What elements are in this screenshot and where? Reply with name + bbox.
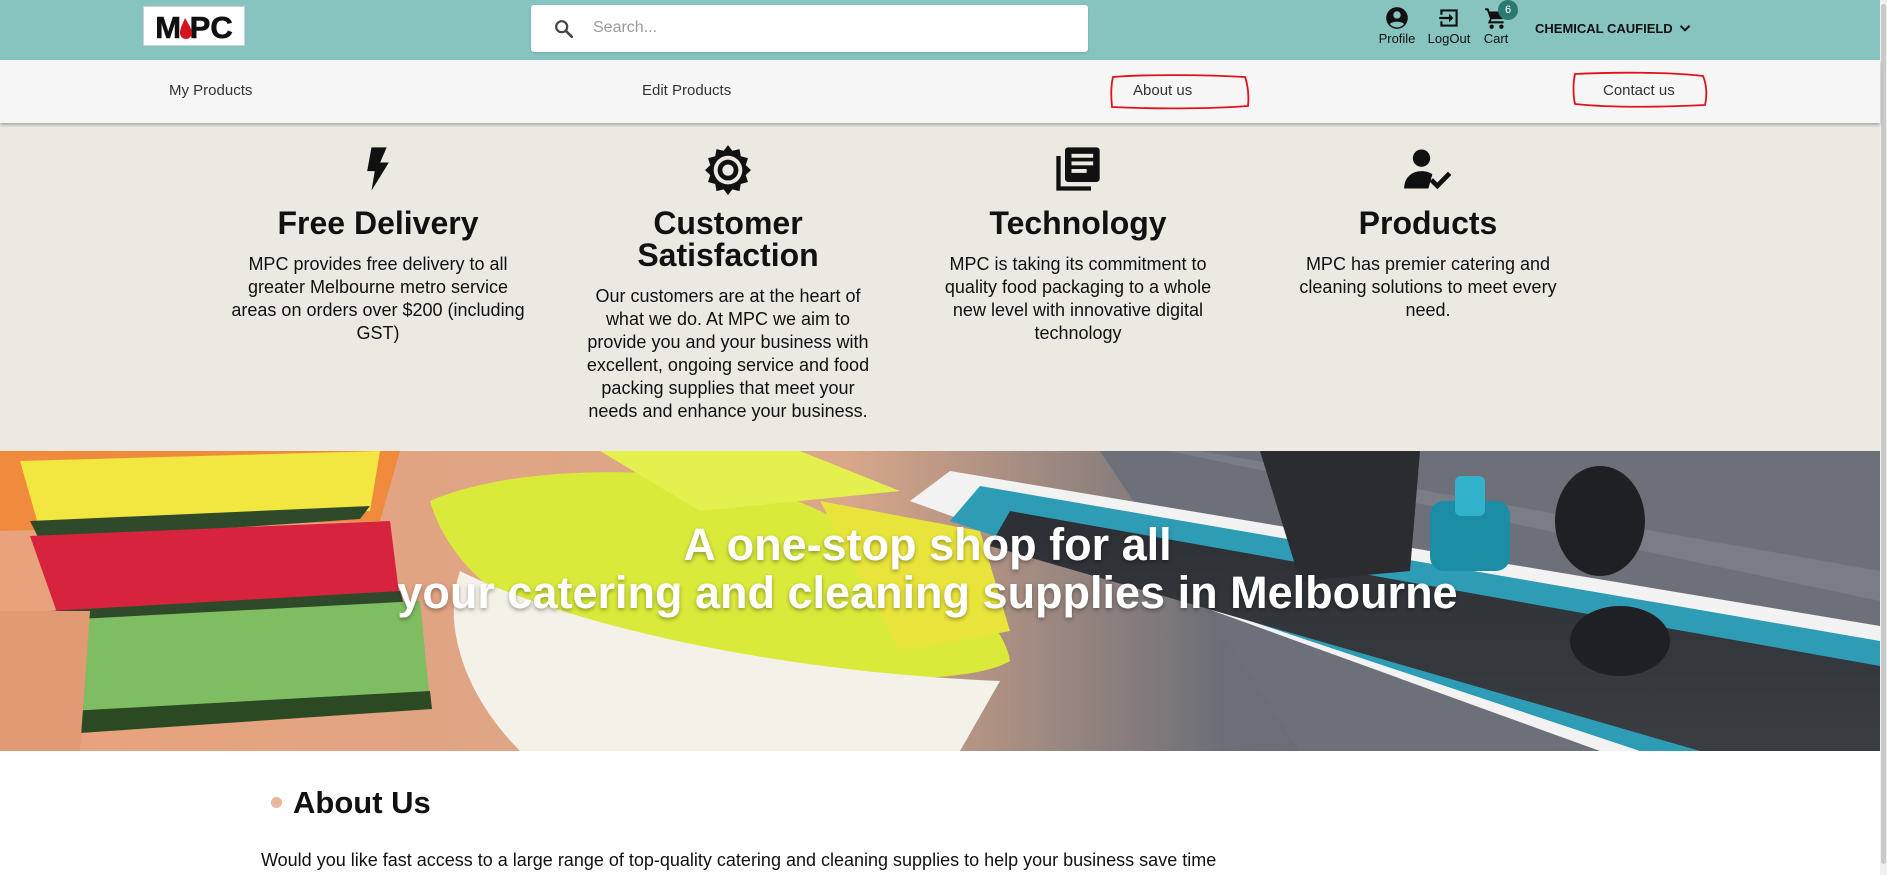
feature-title: Customer Satisfaction xyxy=(637,205,819,273)
nav-my-products[interactable]: My Products xyxy=(169,82,252,99)
chevron-down-icon xyxy=(1679,25,1690,32)
account-name: CHEMICAL CAUFIELD xyxy=(1535,20,1673,36)
feature-customer-satisfaction: Customer Satisfaction Our customers are … xyxy=(578,123,878,423)
about-section: About Us Would you like fast access to a… xyxy=(0,751,1880,875)
library-books-icon xyxy=(1056,147,1100,191)
lightning-icon xyxy=(367,147,389,191)
feature-text: Our customers are at the heart of what w… xyxy=(586,286,870,421)
features-section: Free Delivery MPC provides free delivery… xyxy=(0,123,1880,451)
main-nav: My Products Edit Products About us Conta… xyxy=(0,60,1880,123)
cart-button[interactable]: Cart 6 xyxy=(1478,0,1518,46)
feature-title: Free Delivery xyxy=(277,205,479,241)
about-title: About Us xyxy=(293,785,431,820)
about-text: Would you like fast access to a large ra… xyxy=(261,850,1217,870)
feature-title: Technology xyxy=(989,205,1167,241)
nav-about-us[interactable]: About us xyxy=(1133,82,1192,99)
logo-mark: M PC xyxy=(155,10,233,44)
feature-products: Products MPC has premier catering and cl… xyxy=(1278,123,1578,322)
account-circle-icon xyxy=(1386,7,1408,29)
nav-contact-us[interactable]: Contact us xyxy=(1603,82,1675,99)
account-menu[interactable]: CHEMICAL CAUFIELD xyxy=(1535,18,1694,38)
top-bar: M PC Profile LogOut xyxy=(0,0,1880,60)
logout-button[interactable]: LogOut xyxy=(1425,5,1473,46)
gear-icon xyxy=(705,145,751,195)
section-bullet xyxy=(271,797,282,808)
search-input[interactable] xyxy=(593,13,1063,43)
page: M PC Profile LogOut xyxy=(0,0,1887,875)
hero-banner: A one-stop shop for all your catering an… xyxy=(0,451,1880,751)
scrollbar-thumb[interactable] xyxy=(1881,4,1886,864)
feature-technology: Technology MPC is taking its commitment … xyxy=(928,123,1228,345)
logout-label: LogOut xyxy=(1427,31,1471,46)
hero-line-2: your catering and cleaning supplies in M… xyxy=(397,567,1458,618)
search-bar xyxy=(531,5,1088,52)
search-icon[interactable] xyxy=(553,18,575,40)
mpc-logo[interactable]: M PC xyxy=(143,6,245,46)
profile-label: Profile xyxy=(1378,31,1416,46)
hero-line-1: A one-stop shop for all xyxy=(683,519,1172,570)
cart-count-badge: 6 xyxy=(1498,0,1518,20)
feature-title: Products xyxy=(1358,205,1498,241)
logout-icon xyxy=(1439,9,1458,27)
hero-headline: A one-stop shop for all your catering an… xyxy=(0,521,1855,617)
nav-edit-products[interactable]: Edit Products xyxy=(642,82,731,99)
feature-text: MPC has premier catering and cleaning so… xyxy=(1299,254,1557,320)
profile-button[interactable]: Profile xyxy=(1375,5,1419,46)
cart-label: Cart xyxy=(1483,31,1509,46)
feature-text: MPC provides free delivery to all greate… xyxy=(231,254,525,343)
feature-free-delivery: Free Delivery MPC provides free delivery… xyxy=(228,123,528,345)
person-check-icon xyxy=(1404,149,1452,190)
feature-text: MPC is taking its commitment to quality … xyxy=(944,254,1212,343)
svg-text:M PC: M PC xyxy=(155,10,233,44)
